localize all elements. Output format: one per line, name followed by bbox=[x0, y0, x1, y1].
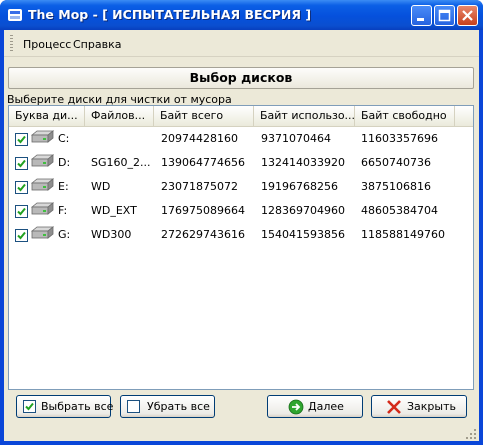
title-bar[interactable]: The Mop - [ ИСПЫТАТЕЛЬНАЯ ВЕСРИЯ ] bbox=[0, 0, 483, 30]
arrow-right-icon bbox=[288, 399, 304, 415]
checkmark-icon bbox=[25, 402, 34, 411]
drive-free: 6650740736 bbox=[361, 156, 431, 169]
deselect-all-label: Убрать все bbox=[147, 400, 210, 413]
resize-grip-icon[interactable] bbox=[465, 428, 477, 440]
close-icon bbox=[462, 10, 473, 21]
drive-used: 132414033920 bbox=[261, 156, 345, 169]
drive-free: 11603357696 bbox=[361, 132, 438, 145]
column-header-total[interactable]: Байт всего bbox=[154, 106, 254, 126]
hard-drive-icon bbox=[30, 130, 55, 143]
drive-total: 272629743616 bbox=[161, 228, 245, 241]
window-title: The Mop - [ ИСПЫТАТЕЛЬНАЯ ВЕСРИЯ ] bbox=[28, 7, 312, 22]
menu-bar: Процесс Справка bbox=[4, 30, 479, 57]
client-area: Процесс Справка Выбор дисков Выберите ди… bbox=[4, 30, 479, 441]
column-header-filesystem[interactable]: Файлов... bbox=[85, 106, 154, 126]
maximize-icon bbox=[438, 9, 451, 22]
drive-total: 139064774656 bbox=[161, 156, 245, 169]
next-button[interactable]: Далее bbox=[267, 395, 363, 418]
column-header-used[interactable]: Байт использо... bbox=[254, 106, 355, 126]
checkmark-icon bbox=[17, 135, 26, 144]
menu-process[interactable]: Процесс bbox=[23, 38, 71, 51]
drive-total: 176975089664 bbox=[161, 204, 245, 217]
drive-letter: F: bbox=[58, 204, 68, 217]
close-label: Закрыть bbox=[407, 400, 456, 413]
drive-letter: C: bbox=[58, 132, 70, 145]
deselect-all-checkbox bbox=[127, 400, 140, 413]
app-icon bbox=[8, 9, 22, 21]
status-bar bbox=[4, 426, 479, 441]
drive-free: 48605384704 bbox=[361, 204, 438, 217]
drive-letter: G: bbox=[58, 228, 71, 241]
drive-row[interactable]: E: WD 23071875072 19196768256 3875106816 bbox=[9, 175, 473, 199]
column-header-letter[interactable]: Буква ди... bbox=[9, 106, 85, 126]
drive-free: 118588149760 bbox=[361, 228, 445, 241]
drive-row[interactable]: G: WD300 272629743616 154041593856 11858… bbox=[9, 223, 473, 247]
select-all-label: Выбрать все bbox=[41, 400, 114, 413]
list-header: Буква ди... Файлов... Байт всего Байт ис… bbox=[9, 106, 473, 127]
drive-letter: D: bbox=[58, 156, 71, 169]
drives-list[interactable]: Буква ди... Файлов... Байт всего Байт ис… bbox=[8, 105, 474, 390]
drive-filesystem: WD_EXT bbox=[91, 204, 137, 217]
drive-used: 9371070464 bbox=[261, 132, 331, 145]
menu-help[interactable]: Справка bbox=[73, 38, 121, 51]
select-all-button[interactable]: Выбрать все bbox=[16, 395, 114, 418]
drive-checkbox[interactable] bbox=[15, 205, 28, 218]
hard-drive-icon bbox=[30, 178, 55, 191]
panel-title: Выбор дисков bbox=[8, 67, 474, 89]
toolbar-grip[interactable] bbox=[10, 35, 13, 51]
close-icon bbox=[387, 400, 401, 414]
deselect-all-button[interactable]: Убрать все bbox=[120, 395, 215, 418]
next-label: Далее bbox=[308, 400, 344, 413]
minimize-icon bbox=[417, 18, 424, 21]
drive-checkbox[interactable] bbox=[15, 181, 28, 194]
drive-row[interactable]: D: SG160_2... 139064774656 132414033920 … bbox=[9, 151, 473, 175]
minimize-button[interactable] bbox=[411, 5, 432, 26]
maximize-button[interactable] bbox=[434, 5, 455, 26]
drive-checkbox[interactable] bbox=[15, 157, 28, 170]
drive-total: 20974428160 bbox=[161, 132, 238, 145]
checkmark-icon bbox=[17, 231, 26, 240]
drive-filesystem: WD300 bbox=[91, 228, 132, 241]
close-button[interactable]: Закрыть bbox=[371, 395, 467, 418]
drive-letter: E: bbox=[58, 180, 69, 193]
drive-used: 154041593856 bbox=[261, 228, 345, 241]
drive-row[interactable]: C: 20974428160 9371070464 11603357696 bbox=[9, 127, 473, 151]
drive-checkbox[interactable] bbox=[15, 229, 28, 242]
drive-used: 19196768256 bbox=[261, 180, 338, 193]
drive-filesystem: SG160_2... bbox=[91, 156, 151, 169]
checkmark-icon bbox=[17, 159, 26, 168]
close-window-button[interactable] bbox=[457, 5, 478, 26]
checkmark-icon bbox=[17, 207, 26, 216]
drive-filesystem: WD bbox=[91, 180, 111, 193]
hard-drive-icon bbox=[30, 154, 55, 167]
drive-checkbox[interactable] bbox=[15, 133, 28, 146]
hard-drive-icon bbox=[30, 202, 55, 215]
drive-total: 23071875072 bbox=[161, 180, 238, 193]
drive-row[interactable]: F: WD_EXT 176975089664 128369704960 4860… bbox=[9, 199, 473, 223]
drive-used: 128369704960 bbox=[261, 204, 345, 217]
drive-free: 3875106816 bbox=[361, 180, 431, 193]
checkmark-icon bbox=[17, 183, 26, 192]
column-header-free[interactable]: Байт свободно bbox=[355, 106, 455, 126]
select-all-checkbox bbox=[23, 400, 36, 413]
app-window: The Mop - [ ИСПЫТАТЕЛЬНАЯ ВЕСРИЯ ] Проце… bbox=[0, 0, 483, 445]
hard-drive-icon bbox=[30, 226, 55, 239]
